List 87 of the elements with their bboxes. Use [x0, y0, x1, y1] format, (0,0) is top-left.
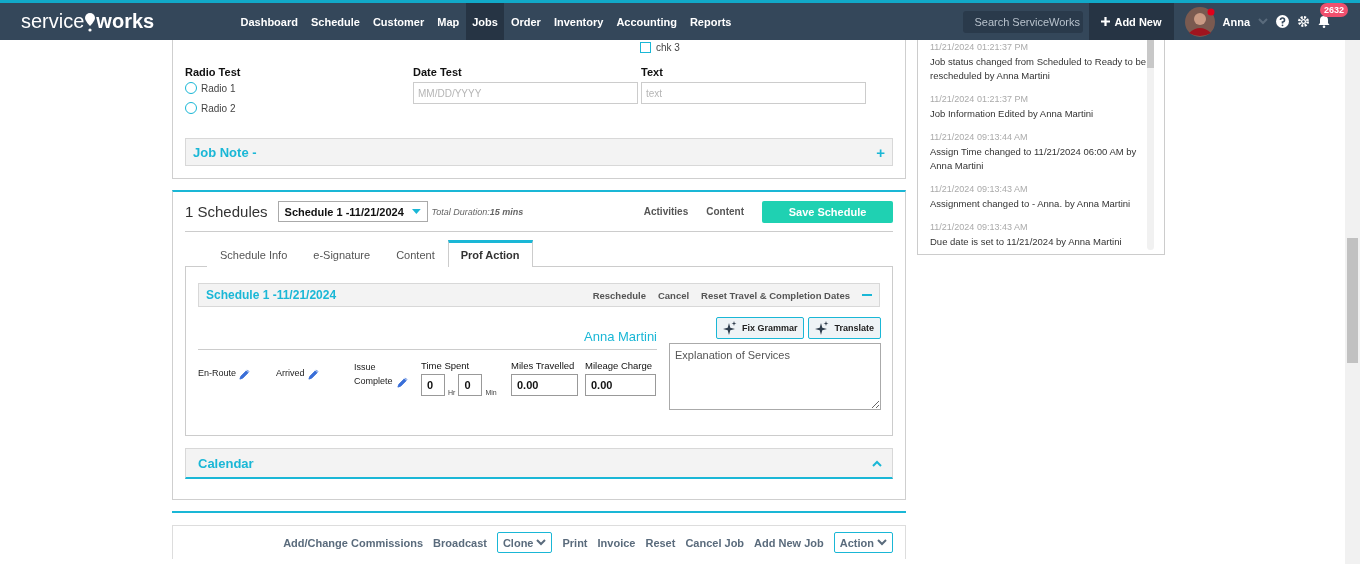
checkbox[interactable]: [640, 41, 651, 53]
plus-icon: [1101, 17, 1111, 26]
field-label: Text: [641, 66, 664, 78]
field-label: Time Spent: [421, 360, 470, 371]
sparkle-icon: [722, 321, 737, 335]
schedule-action[interactable]: Reschedule: [592, 289, 646, 301]
hours-field[interactable]: 0: [421, 374, 445, 396]
log-time: 11/21/2024 01:21:37 PM: [930, 94, 1029, 104]
user-name[interactable]: Anna: [1222, 15, 1250, 28]
log-time: 11/21/2024 09:13:43 AM: [930, 222, 1029, 232]
pencil-icon[interactable]: [397, 377, 408, 388]
dropdown-button[interactable]: Action: [833, 532, 893, 553]
field-label: Mileage Charge: [585, 360, 653, 371]
tab[interactable]: Prof Action: [447, 240, 533, 267]
nav-item[interactable]: Inventory: [547, 3, 610, 40]
action-link[interactable]: Invoice: [597, 536, 636, 549]
header-link[interactable]: Content: [706, 206, 744, 217]
chevron-down-icon: [536, 539, 547, 546]
logo[interactable]: service works: [0, 3, 234, 40]
log-text: Job Information Edited by Anna Martini: [930, 107, 1095, 121]
nav-item[interactable]: Customer: [366, 3, 431, 40]
status-label: En-Route: [198, 367, 237, 380]
action-link[interactable]: Reset: [645, 536, 676, 549]
action-link[interactable]: Print: [562, 536, 588, 549]
section-title: Job Note -: [193, 144, 257, 160]
chevron-down-icon: [1258, 18, 1268, 25]
log-text: Assignment changed to - Anna. by Anna Martini: [930, 197, 1132, 211]
radio-label: Radio 2: [201, 102, 236, 114]
scrollbar[interactable]: [1147, 40, 1154, 250]
radio-label: Radio 1: [201, 82, 236, 94]
search-field[interactable]: Search ServiceWorks: [963, 10, 1084, 33]
chevron-down-icon: [877, 539, 887, 546]
add-new-button[interactable]: Add New: [1089, 3, 1174, 40]
schedule-action[interactable]: Reset Travel & Completion Dates: [701, 289, 850, 301]
pin-icon: [84, 11, 97, 32]
status-label: Issue Complete: [354, 361, 394, 388]
status-label: Arrived: [276, 367, 305, 380]
checkbox-label: chk 3: [656, 41, 680, 53]
text-field[interactable]: text: [641, 82, 866, 104]
nav-item[interactable]: Schedule: [304, 3, 367, 40]
technician-name: Anna Martini: [584, 329, 657, 344]
mileage-field[interactable]: 0.00: [585, 374, 656, 396]
action-link[interactable]: Cancel Job: [685, 536, 745, 549]
miles-field[interactable]: 0.00: [511, 374, 578, 396]
collapse-icon[interactable]: [862, 293, 872, 297]
radio-button[interactable]: [185, 102, 197, 114]
page-scrollbar[interactable]: [1345, 40, 1360, 564]
sparkle-icon: [815, 321, 830, 335]
explanation-field[interactable]: Explanation of Services: [669, 343, 881, 410]
schedule-title: Schedule 1 -11/21/2024: [206, 288, 337, 302]
action-link[interactable]: Add New Job: [754, 536, 824, 549]
log-text: Due date is set to 11/21/2024 by Anna Martini: [930, 235, 1123, 249]
minutes-field[interactable]: 0: [458, 374, 483, 396]
nav-item[interactable]: Accounting: [609, 3, 684, 40]
avatar[interactable]: [1184, 6, 1215, 37]
log-text: Assign Time changed to 11/21/2024 06:00 AM by Anna Martini: [930, 145, 1138, 173]
ai-button[interactable]: Translate: [808, 317, 881, 339]
field-label: Miles Travelled: [511, 360, 575, 371]
field-label: Radio Test: [185, 66, 242, 78]
schedules-title: 1 Schedules: [185, 203, 268, 220]
nav-item[interactable]: Jobs: [465, 3, 505, 40]
log-text: Job status changed from Scheduled to Ready to be rescheduled by Anna Martini: [930, 55, 1146, 83]
pencil-icon[interactable]: [239, 369, 251, 380]
nav-item[interactable]: Reports: [683, 3, 738, 40]
section-title: Calendar: [198, 455, 254, 471]
notification-badge: 2632: [1320, 3, 1349, 17]
header-link[interactable]: Activities: [643, 206, 689, 217]
bell-icon[interactable]: [1318, 15, 1330, 28]
action-link[interactable]: Add/Change Commissions: [283, 536, 424, 549]
nav-item[interactable]: Map: [430, 3, 466, 40]
dropdown-button[interactable]: Clone: [496, 532, 553, 553]
caret-icon: [411, 209, 421, 214]
log-time: 11/21/2024 09:13:44 AM: [930, 132, 1029, 142]
ai-button[interactable]: Fix Grammar: [715, 317, 805, 339]
nav-item[interactable]: Dashboard: [234, 3, 305, 40]
nav-item[interactable]: Order: [504, 3, 548, 40]
field-label: Date Test: [413, 66, 463, 78]
log-time: 11/21/2024 09:13:43 AM: [930, 184, 1029, 194]
schedule-select[interactable]: Schedule 1 -11/21/2024: [277, 201, 428, 222]
schedule-action[interactable]: Cancel: [657, 289, 690, 301]
radio-button[interactable]: [185, 82, 197, 94]
date-field[interactable]: MM/DD/YYYY: [413, 82, 638, 104]
action-link[interactable]: Broadcast: [433, 536, 487, 549]
help-icon[interactable]: [1276, 15, 1289, 28]
total-duration: Total Duration:15 mins: [431, 206, 524, 217]
log-time: 11/21/2024 01:21:37 PM: [930, 42, 1029, 52]
pencil-icon[interactable]: [307, 369, 319, 380]
